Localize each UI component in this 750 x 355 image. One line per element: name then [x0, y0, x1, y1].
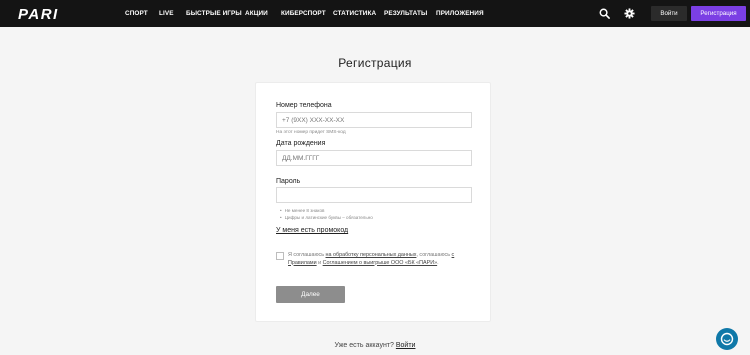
- login-button[interactable]: Войти: [651, 6, 687, 21]
- nav-item-live[interactable]: LIVE: [159, 10, 174, 17]
- phone-input[interactable]: [276, 112, 472, 128]
- chat-button[interactable]: [716, 328, 738, 350]
- password-rules: Не менее 8 знаков Цифры и латинские букв…: [280, 207, 373, 221]
- nav-item-fast-games[interactable]: БЫСТРЫЕ ИГРЫ: [186, 10, 242, 17]
- register-button[interactable]: Регистрация: [691, 6, 746, 21]
- top-header: PARI СПОРТ LIVE БЫСТРЫЕ ИГРЫ АКЦИИ КИБЕР…: [0, 0, 750, 27]
- birth-date-input[interactable]: [276, 150, 472, 166]
- nav-item-esports[interactable]: КИБЕРСПОРТ: [281, 10, 326, 17]
- footer-login-link[interactable]: Войти: [396, 342, 416, 349]
- search-icon[interactable]: [599, 8, 610, 19]
- nav-item-sport[interactable]: СПОРТ: [125, 10, 148, 17]
- next-button[interactable]: Далее: [276, 286, 345, 303]
- pari-logo[interactable]: PARI: [18, 6, 84, 21]
- consent-checkbox[interactable]: [276, 252, 284, 260]
- gear-icon[interactable]: [624, 8, 635, 19]
- password-rule: Цифры и латинские буквы – обязательно: [280, 214, 373, 221]
- password-label: Пароль: [276, 178, 301, 185]
- chat-icon: [720, 332, 734, 346]
- nav-item-statistics[interactable]: СТАТИСТИКА: [333, 10, 376, 17]
- page-title: Регистрация: [338, 56, 412, 70]
- winnings-agreement-link[interactable]: Соглашением о выигрыше ООО «БК «ПАРИ»: [323, 260, 438, 266]
- nav-item-results[interactable]: РЕЗУЛЬТАТЫ: [384, 10, 427, 17]
- password-input[interactable]: [276, 187, 472, 203]
- birth-date-label: Дата рождения: [276, 140, 326, 147]
- svg-text:PARI: PARI: [18, 6, 59, 21]
- have-account-text: Уже есть аккаунт?: [334, 342, 394, 349]
- phone-hint: На этот номер придет SMS-код: [276, 130, 346, 135]
- registration-card: Номер телефона На этот номер придет SMS-…: [255, 82, 491, 322]
- consent-text: Я соглашаюсь на обработку персональных д…: [288, 252, 455, 266]
- nav-item-promos[interactable]: АКЦИИ: [245, 10, 268, 17]
- login-prompt: Уже есть аккаунт? Войти: [0, 342, 750, 349]
- password-rule: Не менее 8 знаков: [280, 207, 373, 214]
- nav-item-apps[interactable]: ПРИЛОЖЕНИЯ: [436, 10, 484, 17]
- promo-code-link[interactable]: У меня есть промокод: [276, 227, 348, 234]
- phone-label: Номер телефона: [276, 102, 332, 109]
- personal-data-link[interactable]: на обработку персональных данных: [326, 252, 417, 258]
